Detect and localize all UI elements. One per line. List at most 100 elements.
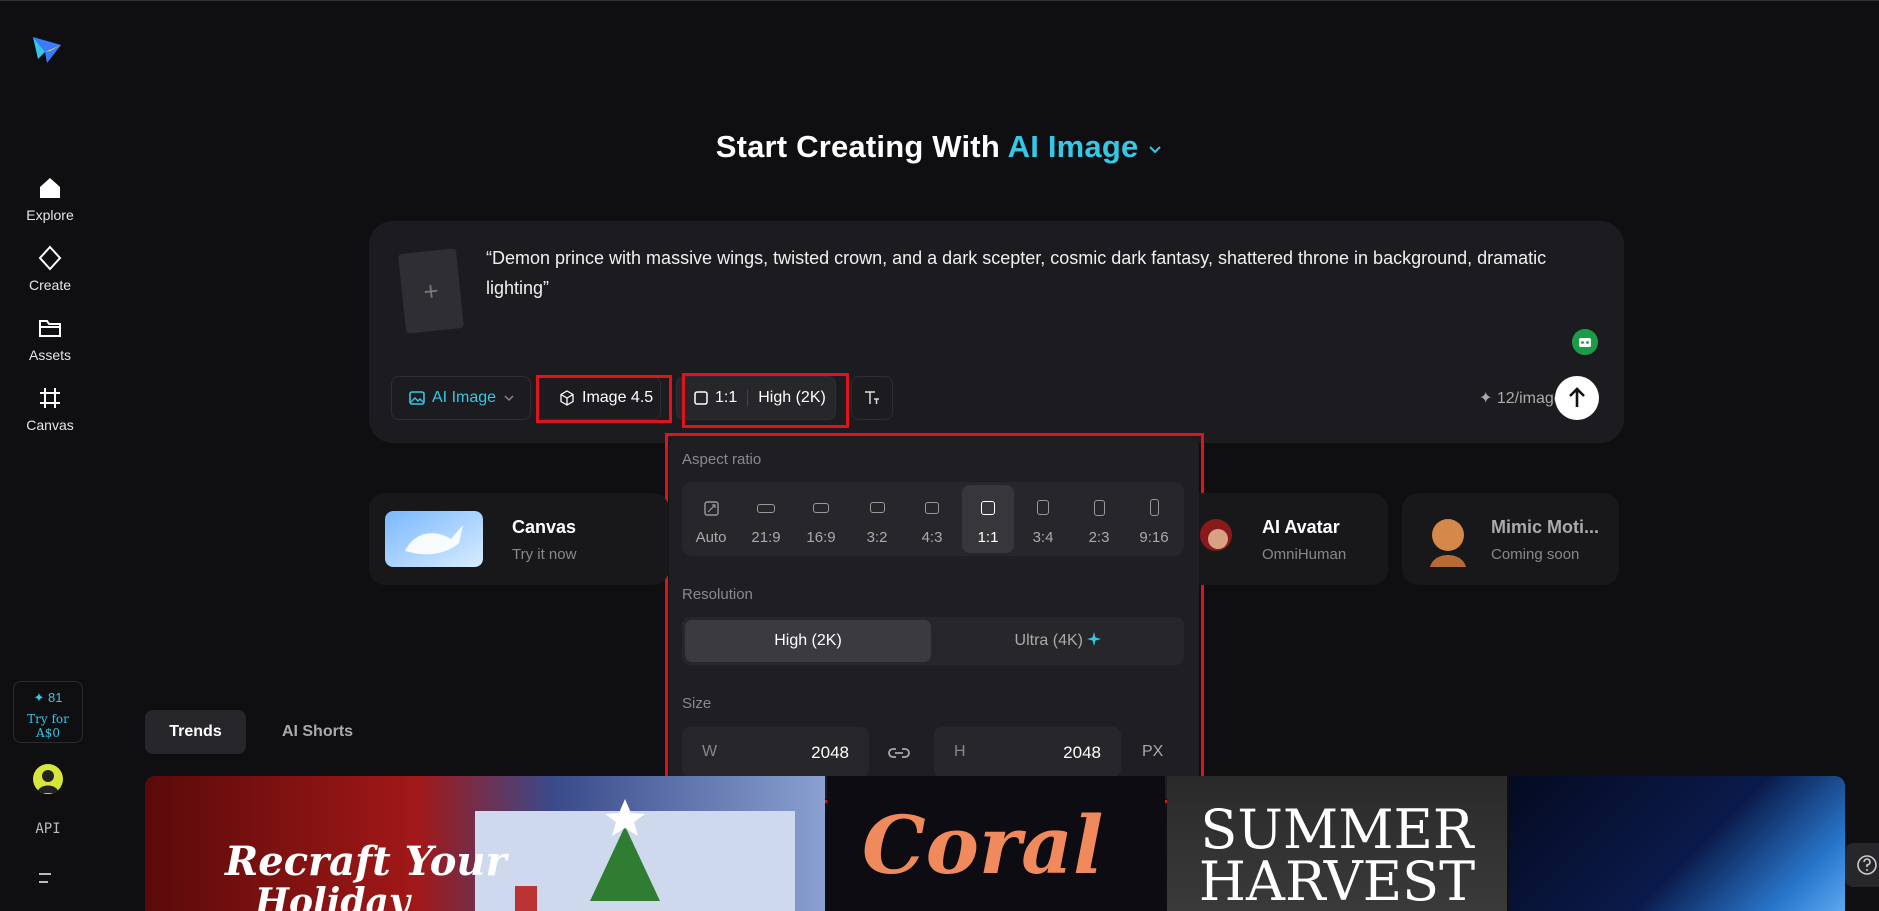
try-label: Try for A$0 — [27, 712, 69, 740]
ratio-label: Auto — [695, 529, 727, 546]
height-key: H — [954, 743, 966, 760]
quality-label: High (2K) — [758, 389, 826, 406]
ratio-option-16-9[interactable]: 16:9 — [795, 485, 847, 553]
credits-count: ✦ 81 — [33, 690, 63, 705]
ratio-label: 2:3 — [1088, 529, 1110, 546]
arrow-up-icon — [1569, 387, 1585, 407]
ratio-option-2-3[interactable]: 2:3 — [1073, 485, 1125, 553]
model-label: Image 4.5 — [582, 389, 654, 406]
ratio-option-9-16[interactable]: 9:16 — [1128, 485, 1180, 553]
prompt-input[interactable]: “Demon prince with massive wings, twiste… — [486, 243, 1596, 303]
gallery-item[interactable] — [1509, 776, 1845, 911]
sidebar-item-create[interactable]: Create — [0, 245, 100, 295]
ratio-label: 16:9 — [806, 529, 836, 546]
ratio-quality-selector[interactable]: 1:1 High (2K) — [676, 376, 836, 420]
cost-per-image: ✦ 12/image — [1479, 390, 1563, 407]
size-title: Size — [682, 695, 712, 712]
image-icon — [409, 391, 425, 405]
height-field[interactable]: H 2048 — [934, 727, 1121, 777]
ratio-label: 1:1 — [977, 529, 999, 546]
folder-icon — [39, 320, 61, 337]
ratio-label: 1:1 — [715, 389, 738, 406]
resolution-options: High (2K) Ultra (4K) — [682, 617, 1184, 665]
sidebar-item-explore[interactable]: Explore — [0, 175, 100, 225]
feature-card-ai-avatar[interactable]: AI Avatar OmniHuman — [1180, 493, 1388, 585]
resolution-option-high[interactable]: High (2K) — [685, 620, 931, 662]
gallery-item[interactable]: SUMMER HARVEST — [1167, 776, 1507, 911]
unit-label: PX — [1142, 743, 1164, 760]
submit-button[interactable] — [1555, 376, 1599, 420]
gallery-title: Coral — [862, 798, 1104, 892]
mode-switcher[interactable]: AI Image — [1008, 129, 1139, 164]
chevron-down-icon[interactable] — [1147, 141, 1163, 157]
aspect-ratio-title: Aspect ratio — [682, 451, 762, 468]
ratio-shape — [1150, 499, 1159, 516]
mimic-thumbnail — [1430, 519, 1466, 567]
canvas-grid-icon — [40, 388, 60, 408]
aspect-ratio-options: Auto 21:9 16:9 3:2 4:3 1:1 3:4 2:3 9:16 — [682, 482, 1184, 556]
sidebar-item-label: Explore — [26, 207, 74, 223]
tab-ai-shorts[interactable]: AI Shorts — [275, 710, 360, 754]
sidebar-item-label: Create — [28, 277, 72, 293]
ratio-option-auto[interactable]: Auto — [685, 485, 737, 553]
ratio-option-1-1[interactable]: 1:1 — [962, 485, 1014, 553]
resolution-option-label: Ultra (4K) — [1014, 632, 1083, 649]
feature-card-canvas[interactable]: Canvas Try it now — [369, 493, 669, 585]
sidebar-item-label: Assets — [28, 347, 71, 363]
gallery-item[interactable]: Recraft Your Holiday — [145, 776, 825, 911]
ratio-shape — [757, 504, 775, 513]
feature-card-mimic-motion[interactable]: Mimic Moti... Coming soon — [1402, 493, 1619, 585]
height-value: 2048 — [1063, 743, 1101, 762]
add-reference-image-button[interactable]: + — [397, 248, 465, 334]
sidebar-item-canvas[interactable]: Canvas — [0, 385, 100, 435]
mode-dropdown[interactable]: AI Image — [391, 376, 531, 420]
ratio-option-3-2[interactable]: 3:2 — [851, 485, 903, 553]
width-key: W — [702, 743, 718, 760]
app-logo-icon[interactable] — [30, 33, 64, 67]
headline-prefix: Start Creating With — [715, 129, 1000, 164]
sidebar-item-label: Canvas — [26, 417, 74, 433]
ratio-label: 4:3 — [921, 529, 943, 546]
divider — [747, 390, 749, 406]
feature-title: Mimic Moti... — [1491, 517, 1599, 537]
resolution-option-ultra[interactable]: Ultra (4K) — [935, 620, 1181, 662]
help-icon — [1857, 855, 1877, 875]
link-icon[interactable] — [887, 741, 911, 765]
ratio-shape — [925, 502, 939, 514]
gallery-title-line2: Holiday — [255, 881, 410, 911]
text-style-button[interactable] — [851, 376, 893, 420]
ratio-label: 3:4 — [1032, 529, 1054, 546]
feature-title: AI Avatar — [1262, 517, 1340, 537]
tab-trends[interactable]: Trends — [145, 710, 246, 754]
credits-box[interactable]: ✦ 81 Try for A$0 — [13, 681, 83, 743]
sparkle-icon — [1087, 632, 1102, 646]
model-selector[interactable]: Image 4.5 — [536, 376, 661, 420]
gallery-title-line2: HARVEST — [1198, 850, 1476, 911]
avatar[interactable] — [33, 764, 63, 794]
text-format-icon — [865, 391, 879, 404]
auto-ratio-icon — [704, 501, 719, 516]
prompt-toolbar: AI Image Image 4.5 1:1 High (2K) ✦ 12/im… — [391, 376, 1601, 420]
ratio-shape — [1037, 500, 1049, 515]
ratio-shape — [981, 501, 995, 515]
ratio-option-3-4[interactable]: 3:4 — [1017, 485, 1069, 553]
robot-icon[interactable] — [1572, 329, 1598, 355]
pegasus-thumbnail — [385, 511, 483, 567]
sidebar-item-assets[interactable]: Assets — [0, 315, 100, 365]
feature-title: Canvas — [512, 517, 577, 537]
ratio-option-21-9[interactable]: 21:9 — [740, 485, 792, 553]
prompt-card: + “Demon prince with massive wings, twis… — [369, 221, 1624, 443]
menu-icon[interactable] — [38, 871, 56, 885]
sparkle-diamond-icon — [38, 245, 62, 271]
ratio-shape — [813, 503, 829, 513]
holiday-scene-image — [475, 799, 795, 911]
ratio-label: 21:9 — [751, 529, 781, 546]
api-link[interactable]: API — [0, 821, 96, 837]
help-button[interactable] — [1845, 843, 1879, 887]
gallery-item[interactable]: Coral — [827, 776, 1165, 911]
feature-subtitle: OmniHuman — [1262, 546, 1347, 563]
ratio-label: 3:2 — [866, 529, 888, 546]
width-field[interactable]: W 2048 — [682, 727, 869, 777]
ratio-option-4-3[interactable]: 4:3 — [906, 485, 958, 553]
resolution-title: Resolution — [682, 586, 753, 603]
